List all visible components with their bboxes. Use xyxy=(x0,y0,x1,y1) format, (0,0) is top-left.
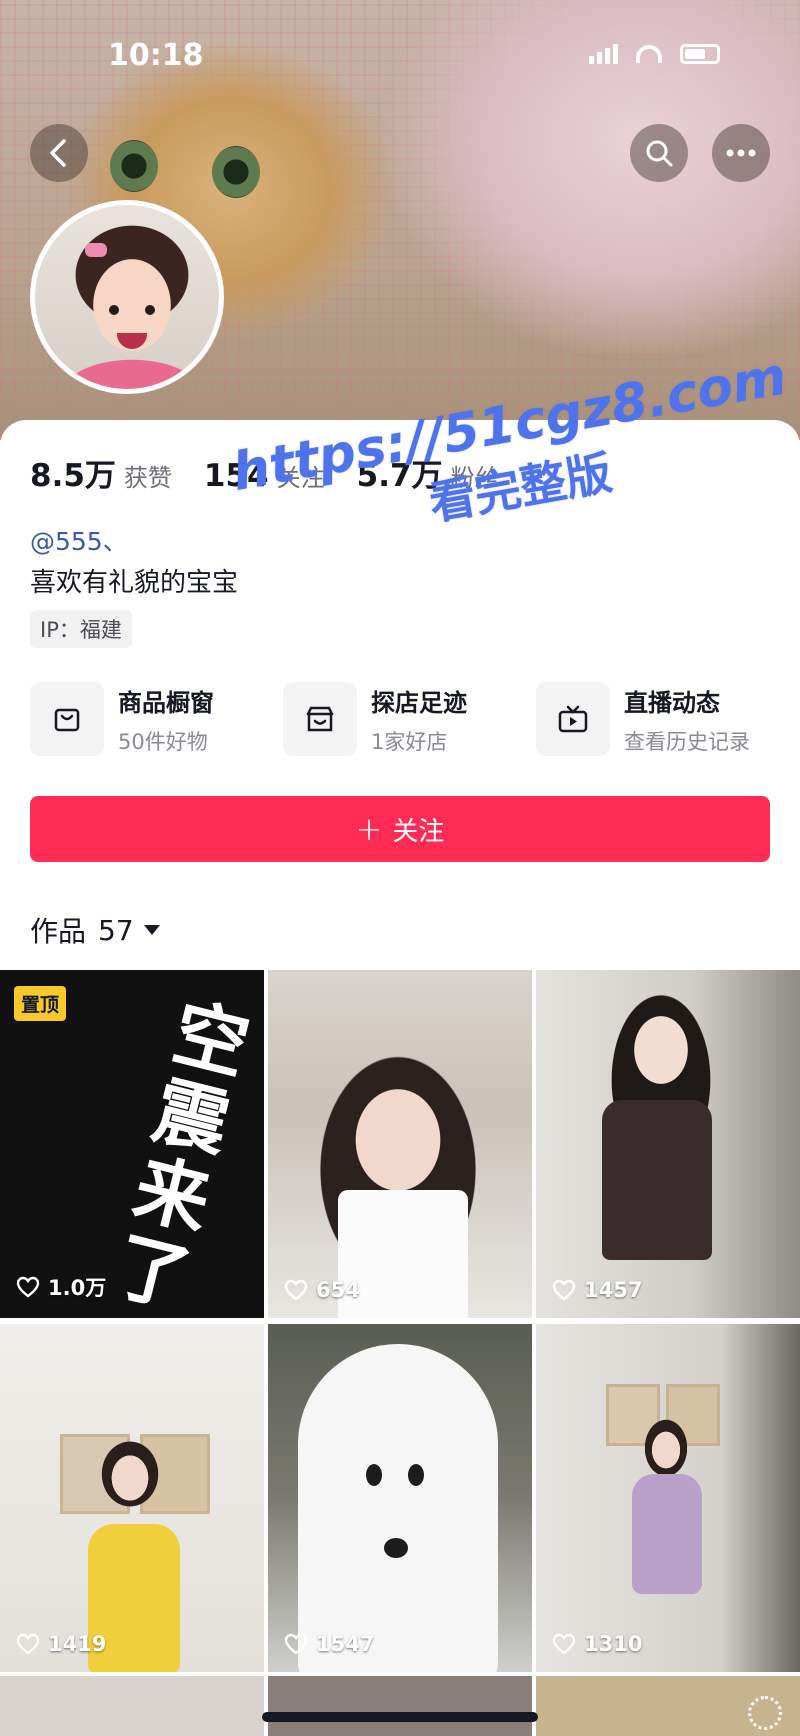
avatar[interactable] xyxy=(30,200,224,394)
battery-icon xyxy=(680,44,720,64)
back-button[interactable] xyxy=(30,124,88,182)
chevron-left-icon xyxy=(50,139,66,167)
cover-cat-eye xyxy=(110,140,158,192)
feature-title: 商品橱窗 xyxy=(118,688,214,717)
video-tile[interactable]: 1547 xyxy=(268,1324,532,1672)
feature-subtitle: 查看历史记录 xyxy=(624,729,750,754)
feature-subtitle: 1家好店 xyxy=(371,729,448,754)
works-grid-next-row xyxy=(0,1672,800,1736)
video-tile[interactable]: 654 xyxy=(268,970,532,1318)
tv-icon xyxy=(536,682,610,756)
store-icon xyxy=(283,682,357,756)
follow-button-label: 关注 xyxy=(392,816,445,847)
video-tile[interactable]: 1419 xyxy=(0,1324,264,1672)
like-count: 1.0万 xyxy=(48,1276,107,1300)
home-indicator xyxy=(262,1712,538,1722)
scan-icon[interactable] xyxy=(748,1696,782,1730)
heart-icon xyxy=(16,1276,40,1298)
feature-subtitle: 50件好物 xyxy=(118,729,208,754)
wifi-icon xyxy=(636,45,662,63)
plus-icon: + xyxy=(355,810,383,848)
profile-handle: @555、 xyxy=(30,527,128,556)
stat-likes[interactable]: 8.5万 获赞 xyxy=(30,450,172,495)
works-count: 57 xyxy=(98,913,134,947)
video-tile[interactable]: 1457 xyxy=(536,970,800,1318)
feature-title: 直播动态 xyxy=(624,688,720,717)
tile-overlay-text: 空震来了 xyxy=(94,989,256,1318)
more-dots-icon xyxy=(726,149,756,157)
heart-icon xyxy=(284,1633,308,1655)
works-label: 作品 xyxy=(30,915,87,948)
heart-icon xyxy=(284,1279,308,1301)
feature-store-visits[interactable]: 探店足迹 1家好店 xyxy=(283,682,536,756)
search-button[interactable] xyxy=(630,124,688,182)
shopping-bag-icon xyxy=(30,682,104,756)
status-time: 10:18 xyxy=(108,38,204,73)
works-tab[interactable]: 作品 57 xyxy=(30,910,160,950)
pinned-badge: 置顶 xyxy=(14,986,67,1021)
like-count: 1310 xyxy=(584,1632,643,1656)
ip-location-tag: IP：福建 xyxy=(30,610,132,648)
heart-icon xyxy=(552,1633,576,1655)
feature-live-history[interactable]: 直播动态 查看历史记录 xyxy=(536,682,789,756)
like-count: 1419 xyxy=(48,1632,107,1656)
signal-icon xyxy=(589,44,618,64)
status-bar: 10:18 xyxy=(0,0,800,100)
more-options-button[interactable] xyxy=(712,124,770,182)
feature-showcase[interactable]: 商品橱窗 50件好物 xyxy=(30,682,283,756)
heart-icon xyxy=(552,1279,576,1301)
video-tile[interactable]: 空震来了 置顶 1.0万 xyxy=(0,970,264,1318)
cover-cat-eye xyxy=(212,146,260,198)
dropdown-arrow-icon xyxy=(143,925,160,935)
heart-icon xyxy=(16,1633,40,1655)
feature-title: 探店足迹 xyxy=(371,688,467,717)
follow-button[interactable]: + 关注 xyxy=(30,796,770,862)
search-icon xyxy=(646,140,673,167)
video-tile[interactable]: 1310 xyxy=(536,1324,800,1672)
like-count: 1547 xyxy=(316,1632,375,1656)
like-count: 1457 xyxy=(584,1278,643,1302)
profile-bio: 喜欢有礼貌的宝宝 xyxy=(30,568,239,598)
feature-row: 商品橱窗 50件好物 探店足迹 1家好店 直播动态 查看历史记录 xyxy=(30,682,789,756)
like-count: 654 xyxy=(316,1278,360,1302)
